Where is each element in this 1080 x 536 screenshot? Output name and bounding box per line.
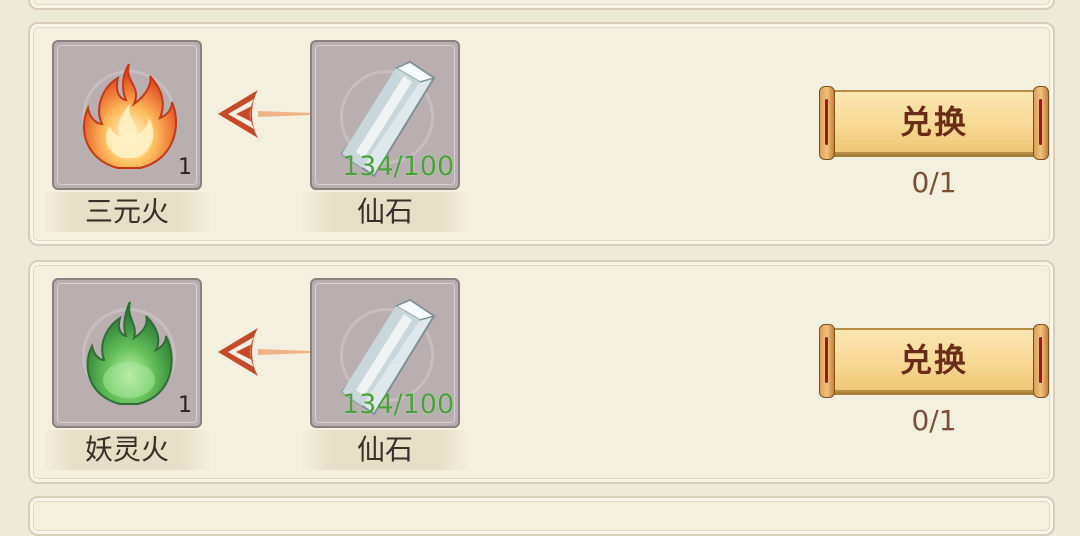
item-count: 1 (178, 393, 192, 418)
exchange-arrow-icon (218, 90, 312, 138)
exchange-progress: 0/1 (911, 166, 957, 199)
cost-item-slot[interactable]: 134/100 (310, 278, 460, 428)
cost-item-slot[interactable]: 134/100 (310, 40, 460, 190)
exchange-row-partial-bottom (28, 496, 1055, 536)
exchange-row-partial-top (28, 0, 1055, 10)
reward-item-slot[interactable]: 1 (52, 40, 202, 190)
exchange-progress: 0/1 (911, 404, 957, 437)
cost-item-name: 仙石 (300, 192, 470, 232)
reward-item-slot[interactable]: 1 (52, 278, 202, 428)
item-count: 1 (178, 155, 192, 180)
reward-item-name: 妖灵火 (42, 430, 212, 470)
exchange-row: 1 妖灵火 134/100 仙石 兑换 0/1 (28, 260, 1055, 484)
cost-quantity: 134/100 (342, 389, 455, 420)
exchange-button-label: 兑换 (899, 341, 968, 379)
exchange-button[interactable]: 兑换 (819, 324, 1049, 398)
exchange-arrow-icon (218, 328, 312, 376)
exchange-button-label: 兑换 (899, 103, 968, 141)
exchange-row: 1 三元火 134/100 仙石 兑换 0/1 (28, 22, 1055, 246)
exchange-button[interactable]: 兑换 (819, 86, 1049, 160)
cost-quantity: 134/100 (342, 151, 455, 182)
reward-item-name: 三元火 (42, 192, 212, 232)
cost-item-name: 仙石 (300, 430, 470, 470)
